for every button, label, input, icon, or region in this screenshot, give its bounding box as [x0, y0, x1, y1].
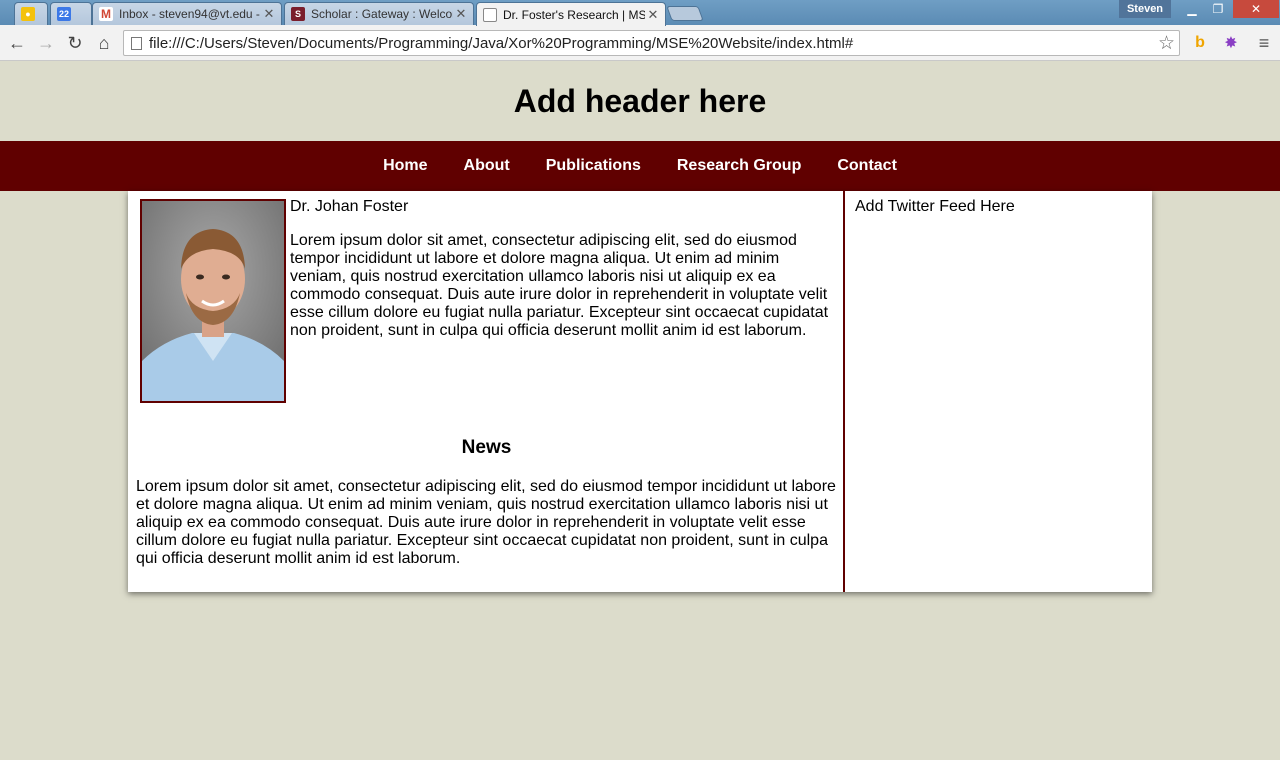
browser-tab-strip: ● 22 M Inbox - steven94@vt.edu - ✕ S Sch… — [0, 0, 1280, 26]
restore-icon[interactable]: ❐ — [1205, 0, 1231, 18]
nav-publications[interactable]: Publications — [546, 157, 641, 175]
close-window-icon[interactable]: ✕ — [1233, 0, 1279, 18]
main-column: Dr. Johan Foster Lorem ipsum dolor sit a… — [128, 191, 845, 592]
news-heading: News — [461, 437, 512, 458]
page-icon — [483, 7, 497, 22]
news-text: Lorem ipsum dolor sit amet, consectetur … — [136, 478, 836, 567]
site-navbar: Home About Publications Research Group C… — [0, 141, 1280, 191]
gmail-icon: M — [99, 7, 113, 21]
bio-section: Dr. Johan Foster Lorem ipsum dolor sit a… — [290, 198, 838, 340]
portrait-image — [142, 201, 284, 401]
tab-active-foster[interactable]: Dr. Foster's Research | MSE ✕ — [476, 2, 666, 26]
close-tab-icon[interactable]: ✕ — [645, 7, 661, 23]
nav-home[interactable]: Home — [383, 157, 427, 175]
web-page: Add header here Home About Publications … — [0, 61, 1280, 760]
content-panel: Dr. Johan Foster Lorem ipsum dolor sit a… — [128, 191, 1152, 592]
calendar-icon: 22 — [57, 7, 71, 21]
browser-toolbar: ← → ↻ ⌂ file:///C:/Users/Steven/Document… — [0, 25, 1280, 61]
page-icon — [131, 37, 142, 50]
menu-icon[interactable]: ≡ — [1252, 31, 1276, 55]
new-tab-button[interactable] — [666, 6, 704, 21]
nav-about[interactable]: About — [464, 157, 510, 175]
bing-extension-icon[interactable]: b — [1188, 31, 1212, 55]
minimize-icon[interactable]: ▁ — [1179, 0, 1205, 18]
nav-contact[interactable]: Contact — [837, 157, 897, 175]
url-text: file:///C:/Users/Steven/Documents/Progra… — [149, 34, 854, 52]
tab-scholar[interactable]: S Scholar : Gateway : Welcome ✕ — [284, 2, 474, 25]
close-tab-icon[interactable]: ✕ — [453, 6, 469, 22]
tab-pinned-keep[interactable]: ● — [14, 2, 48, 25]
bookmark-star-icon[interactable]: ☆ — [1158, 32, 1175, 55]
address-bar[interactable]: file:///C:/Users/Steven/Documents/Progra… — [123, 30, 1180, 56]
back-icon[interactable]: ← — [5, 31, 29, 55]
home-icon[interactable]: ⌂ — [92, 31, 116, 55]
profile-photo — [140, 199, 286, 403]
twitter-feed-placeholder: Add Twitter Feed Here — [855, 198, 1015, 215]
lightbulb-icon: ● — [21, 7, 35, 21]
extension-icon[interactable]: ✸ — [1219, 31, 1243, 55]
tab-title: Scholar : Gateway : Welcome — [311, 7, 453, 21]
close-tab-icon[interactable]: ✕ — [261, 6, 277, 22]
bio-text: Lorem ipsum dolor sit amet, consectetur … — [290, 232, 829, 339]
site-header: Add header here — [513, 82, 767, 119]
tab-title: Inbox - steven94@vt.edu - — [119, 7, 260, 21]
bio-name: Dr. Johan Foster — [290, 198, 409, 215]
profile-button[interactable]: Steven — [1119, 0, 1171, 18]
nav-research-group[interactable]: Research Group — [677, 157, 801, 175]
forward-icon[interactable]: → — [34, 31, 58, 55]
tab-pinned-calendar[interactable]: 22 — [50, 2, 92, 25]
reload-icon[interactable]: ↻ — [63, 31, 87, 55]
scholar-icon: S — [291, 7, 305, 21]
tab-title: Dr. Foster's Research | MSE — [503, 7, 645, 22]
tab-gmail[interactable]: M Inbox - steven94@vt.edu - ✕ — [92, 2, 282, 25]
